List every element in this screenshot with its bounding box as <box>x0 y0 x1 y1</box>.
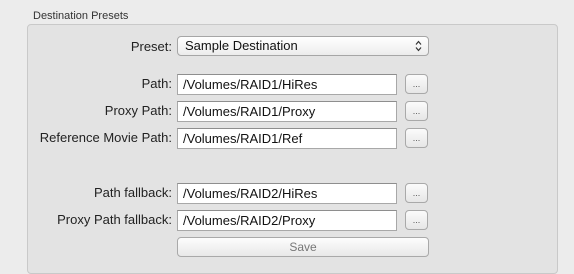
proxy-path-fallback-browse-button[interactable]: ... <box>405 210 428 230</box>
path-fallback-label: Path fallback: <box>93 185 172 200</box>
preset-selected-value: Sample Destination <box>185 38 298 53</box>
path-label: Path: <box>141 76 172 91</box>
path-fallback-field[interactable] <box>177 183 397 204</box>
proxy-path-field[interactable] <box>177 101 397 122</box>
save-button[interactable]: Save <box>177 237 429 257</box>
proxy-path-label: Proxy Path: <box>104 103 172 118</box>
proxy-path-browse-button[interactable]: ... <box>405 101 428 121</box>
preset-label: Preset: <box>130 39 172 54</box>
updown-chevron-icon <box>415 40 422 52</box>
section-title: Destination Presets <box>33 10 129 22</box>
reference-movie-path-field[interactable] <box>177 128 397 149</box>
path-browse-button[interactable]: ... <box>405 74 428 94</box>
path-fallback-browse-button[interactable]: ... <box>405 183 428 203</box>
reference-movie-path-browse-button[interactable]: ... <box>405 128 428 148</box>
preset-select[interactable]: Sample Destination <box>177 36 429 56</box>
proxy-path-fallback-label: Proxy Path fallback: <box>57 212 172 227</box>
reference-movie-path-label: Reference Movie Path: <box>39 130 172 145</box>
path-field[interactable] <box>177 74 397 95</box>
proxy-path-fallback-field[interactable] <box>177 210 397 231</box>
